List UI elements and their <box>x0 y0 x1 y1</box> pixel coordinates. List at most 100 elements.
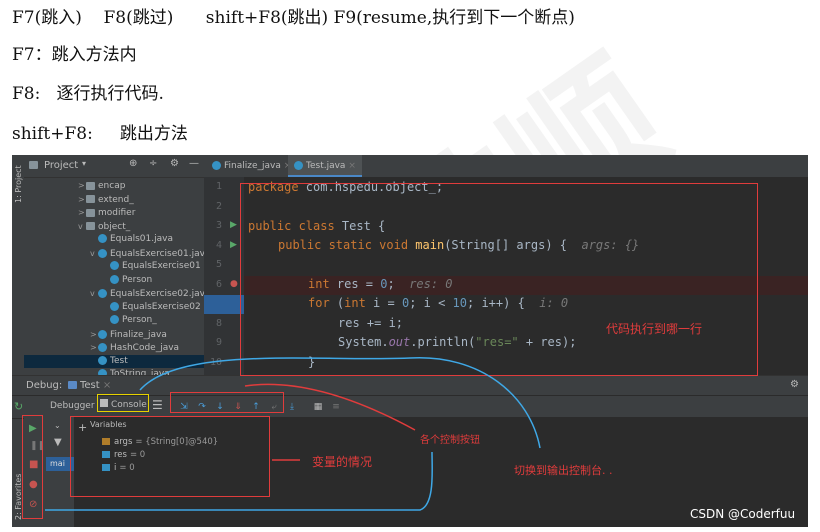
project-panel-header: Project ▾ ⊕ ÷ ⚙ — <box>24 155 204 178</box>
folder-icon <box>29 160 41 171</box>
chevron-down-icon[interactable]: ▾ <box>82 159 86 168</box>
tab-test-java[interactable]: Test.java × <box>288 155 362 177</box>
run-marker-icon[interactable]: ▶ <box>230 220 237 230</box>
project-view-selector[interactable]: Project <box>44 160 78 171</box>
run-to-cursor-icon[interactable]: ⤓ <box>286 401 298 413</box>
code-line-annotation: 代码执行到哪一行 <box>606 322 703 336</box>
chevron-down-icon[interactable]: ⌄ <box>54 421 61 430</box>
tree-item-label: EqualsExercise02.java <box>110 289 211 299</box>
tree-item[interactable]: EqualsExercise02 <box>102 301 201 314</box>
debug-config-tab[interactable]: Test × <box>68 380 111 391</box>
java-class-icon <box>110 274 119 284</box>
java-class-icon <box>110 315 119 324</box>
project-panel: Project ▾ ⊕ ÷ ⚙ — > encap > extend_ > modifie… <box>24 155 210 379</box>
tree-item-label: modifier <box>98 208 136 218</box>
rerun-icon[interactable]: ↻ <box>14 400 23 413</box>
tab-debugger[interactable]: Debugger <box>50 401 95 411</box>
expand-arrow-icon[interactable]: v <box>90 247 98 260</box>
java-class-icon <box>98 289 107 298</box>
evaluate-expression-icon[interactable]: ▦ <box>312 401 324 413</box>
line-number: 2 <box>215 200 222 212</box>
tab-finalize[interactable]: Finalize_java × <box>206 155 297 177</box>
expand-arrow-icon[interactable]: > <box>90 341 98 354</box>
tree-item[interactable]: EqualsExercise01 <box>102 260 201 273</box>
run-marker-icon[interactable]: ▶ <box>230 240 237 250</box>
breakpoint-icon[interactable]: ● <box>230 279 238 289</box>
java-class-icon <box>98 329 107 339</box>
folder-icon <box>86 208 95 217</box>
tree-item[interactable]: Person <box>102 274 152 287</box>
java-class-icon <box>98 248 107 258</box>
line-number: 8 <box>215 317 222 329</box>
tree-item-label: Equals01.java <box>110 234 173 244</box>
editor-tabs: Finalize_java × Test.java × <box>204 155 808 178</box>
tree-item-label: EqualsExercise02 <box>122 301 201 312</box>
tree-item-label: EqualsExercise01 <box>122 261 201 271</box>
folder-icon <box>86 195 95 203</box>
line-number: 10 <box>209 356 222 368</box>
f7-description: F7：跳入方法内 <box>12 45 137 65</box>
expand-arrow-icon[interactable]: v <box>78 220 86 233</box>
debug-title-bar: Debug: Test × ⚙ <box>12 375 808 396</box>
folder-icon <box>86 181 95 190</box>
folder-icon <box>86 222 95 230</box>
project-strip-label[interactable]: 1: Project <box>14 165 23 203</box>
console-tab-highlight-box <box>97 394 149 412</box>
line-number-gutter: 12345678910▶▶● <box>204 177 244 377</box>
settings-gear-icon[interactable]: ⚙ <box>790 379 799 390</box>
java-class-icon <box>98 343 107 352</box>
tree-item[interactable]: v object_ <box>78 220 130 233</box>
layout-menu-icon[interactable]: ☰ <box>152 398 163 412</box>
java-class-icon <box>110 261 119 270</box>
tree-item-label: Test <box>110 355 128 366</box>
tree-item[interactable]: Test <box>24 354 204 368</box>
java-class-icon <box>98 355 107 365</box>
tree-item[interactable]: v EqualsExercise02.java <box>90 287 210 300</box>
java-class-icon <box>98 234 107 243</box>
target-icon[interactable]: ⊕ <box>129 158 137 169</box>
tree-item[interactable]: > extend_ <box>78 193 134 206</box>
java-class-icon <box>110 301 119 311</box>
f8-description: F8: 逐行执行代码. <box>12 84 164 104</box>
line-number: 9 <box>215 337 222 348</box>
minimize-icon[interactable]: — <box>189 158 199 169</box>
line-number: 1 <box>215 181 222 192</box>
line-number: 3 <box>215 220 222 231</box>
tree-item[interactable]: > encap <box>78 179 125 192</box>
side-controls-red-box <box>22 415 43 519</box>
step-buttons-red-box <box>170 392 284 413</box>
tree-item-label: encap <box>98 181 126 191</box>
line-number: 4 <box>215 239 222 251</box>
code-area-red-box <box>240 183 758 376</box>
expand-arrow-icon[interactable]: > <box>78 179 86 192</box>
variables-annotation: 变量的情况 <box>312 455 373 469</box>
tree-item[interactable]: > Finalize_java <box>90 328 167 341</box>
tree-item[interactable]: v EqualsExercise01.java <box>90 247 210 260</box>
tree-item[interactable]: > HashCode_java <box>90 341 179 354</box>
line-number: 6 <box>215 278 222 290</box>
tree-item[interactable]: Person_ <box>102 314 157 327</box>
expand-arrow-icon[interactable]: v <box>90 287 98 300</box>
shift-f8-description: shift+F8: 跳出方法 <box>12 124 188 144</box>
console-annotation: 切换到输出控制台. . <box>514 464 613 477</box>
expand-arrow-icon[interactable]: > <box>90 328 98 341</box>
tree-item[interactable]: > modifier <box>78 206 135 219</box>
line-number: 5 <box>215 259 222 270</box>
tree-item[interactable]: Equals01.java <box>90 233 173 246</box>
gear-icon[interactable]: ⚙ <box>170 158 179 169</box>
tree-item-label: HashCode_java <box>110 343 180 353</box>
shortcut-summary-line: F7(跳入) F8(跳过) shift+F8(跳出) F9(resume,执行到… <box>12 8 575 28</box>
collapse-icon[interactable]: ÷ <box>149 158 157 169</box>
expand-arrow-icon[interactable]: > <box>78 193 86 206</box>
filter-icon[interactable]: ▼ <box>54 437 62 448</box>
variables-red-box <box>70 416 270 497</box>
tree-item-label: EqualsExercise01.java <box>110 248 211 259</box>
expand-arrow-icon[interactable]: > <box>78 206 86 219</box>
trace-icon[interactable]: ≡ <box>330 401 342 413</box>
tree-item-label: Person <box>122 274 153 285</box>
csdn-credit: CSDN @Coderfuu <box>690 507 796 521</box>
debug-label: Debug: <box>26 380 63 391</box>
tree-item-label: Person_ <box>122 315 157 325</box>
tree-item-label: Finalize_java <box>110 329 167 340</box>
tree-item-label: extend_ <box>98 194 134 205</box>
